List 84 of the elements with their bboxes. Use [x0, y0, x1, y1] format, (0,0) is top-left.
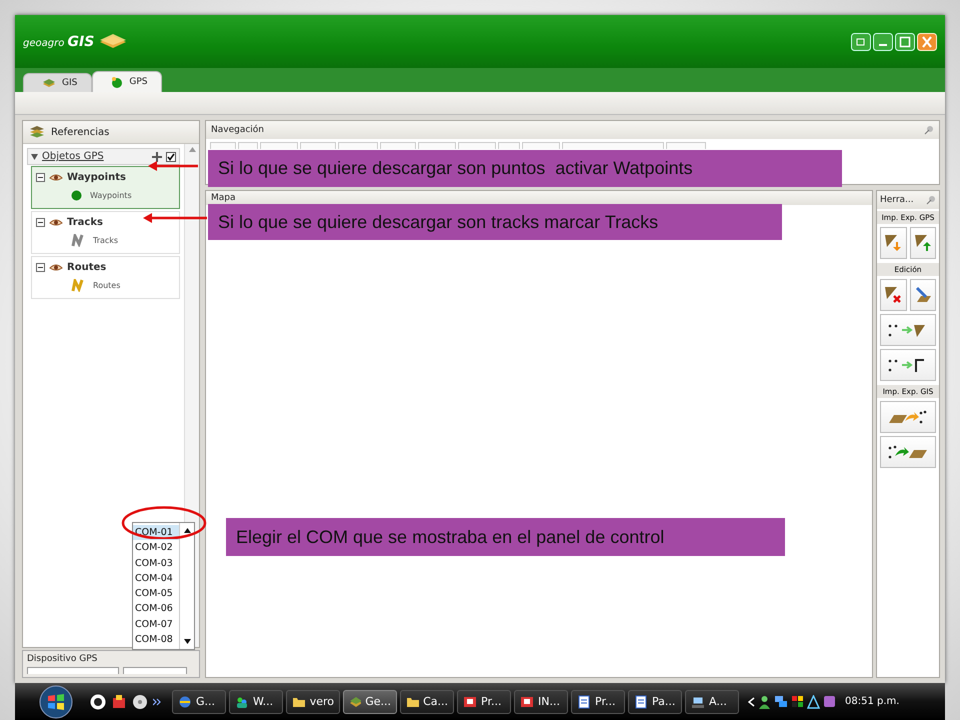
- layer-item-label: Routes: [93, 280, 120, 290]
- tree-root[interactable]: Objetos GPS: [27, 148, 180, 165]
- callout-note: Elegir el COM que se mostraba en el panel de control: [226, 518, 785, 556]
- panel-title: Referencias: [51, 126, 110, 138]
- layer-label: Routes: [67, 262, 106, 273]
- panel-title: Mapa: [211, 193, 236, 203]
- layer-label: Waypoints: [67, 172, 126, 183]
- panel-title: Navegación: [211, 125, 264, 135]
- tab[interactable]: GIS: [23, 73, 92, 92]
- taskbar-button[interactable]: Pa...: [628, 690, 682, 714]
- app-icon: [520, 694, 534, 708]
- eye-icon[interactable]: [49, 263, 63, 272]
- expander-icon[interactable]: [36, 218, 45, 227]
- callout-note: Si lo que se quiere descargar son tracks marcar Tracks: [208, 204, 782, 240]
- com-option[interactable]: COM-08: [133, 632, 179, 648]
- app-icon: [178, 694, 192, 708]
- layer-group[interactable]: Waypoints Waypoints: [31, 166, 180, 209]
- tool-button[interactable]: [880, 349, 936, 381]
- expander-icon[interactable]: [36, 263, 45, 272]
- taskbar-button[interactable]: G...: [172, 690, 226, 714]
- com-option[interactable]: COM-02: [133, 540, 179, 556]
- layer-group[interactable]: Tracks Tracks: [31, 211, 180, 254]
- quick-launch-icon[interactable]: [90, 694, 106, 710]
- expander-icon[interactable]: [36, 173, 45, 182]
- layers-logo-icon: [98, 32, 128, 50]
- panel-title: Herra...: [880, 195, 914, 205]
- arrow: [143, 212, 207, 224]
- com-option[interactable]: COM-05: [133, 586, 179, 602]
- import-arrow-icon: [883, 233, 904, 253]
- taskbar-button[interactable]: IN...: [514, 690, 568, 714]
- maximize-button[interactable]: [895, 32, 915, 50]
- export-arrow-icon: [912, 233, 933, 253]
- app-icon[interactable]: [823, 695, 836, 708]
- app-icon: [235, 694, 249, 708]
- restore-button[interactable]: [851, 32, 871, 50]
- com-option[interactable]: COM-03: [133, 556, 179, 571]
- com-option[interactable]: COM-07: [133, 616, 179, 632]
- chevron-icon[interactable]: [153, 698, 161, 706]
- scroll-down-icon[interactable]: [184, 639, 190, 644]
- layers-icon: [29, 126, 45, 138]
- com-option[interactable]: COM-04: [133, 570, 179, 586]
- scroll-up-icon[interactable]: [184, 528, 190, 533]
- taskbar-button[interactable]: W...: [229, 690, 283, 714]
- triangle-icon[interactable]: [31, 154, 38, 160]
- app-icon: [463, 694, 477, 708]
- taskbar-button[interactable]: Pr...: [571, 690, 625, 714]
- tab[interactable]: GPS: [92, 71, 162, 92]
- taskbar-button[interactable]: Ge...: [343, 690, 397, 714]
- input-field[interactable]: [27, 667, 119, 674]
- panel-title: Dispositivo GPS: [26, 653, 98, 666]
- close-button[interactable]: [917, 32, 937, 50]
- quick-launch-icon[interactable]: [111, 694, 127, 710]
- com-option[interactable]: COM-06: [133, 601, 179, 617]
- disc-icon[interactable]: [132, 694, 148, 710]
- zigzag-icon: [71, 234, 85, 246]
- minimize-button[interactable]: [873, 32, 893, 50]
- start-button[interactable]: [39, 684, 73, 718]
- clock: 08:51 p.m.: [845, 696, 900, 707]
- taskbar-button[interactable]: Pr...: [457, 690, 511, 714]
- dot-icon: [71, 190, 82, 200]
- app-icon: [349, 694, 362, 708]
- taskbar-button[interactable]: Ca...: [400, 690, 454, 714]
- network-icon[interactable]: [774, 694, 788, 708]
- zigzag-icon: [71, 278, 85, 292]
- app-icon: [634, 694, 648, 708]
- delete-cross-icon: [883, 285, 904, 305]
- app-logo: geoagro GIS: [23, 34, 94, 50]
- callout-note: Si lo que se quiere descargar son puntos activar Watpoints: [208, 150, 842, 187]
- app-icon: [691, 694, 705, 708]
- tree-root-label: Objetos GPS: [42, 151, 105, 162]
- arrow: [148, 160, 198, 172]
- eye-icon[interactable]: [49, 173, 63, 182]
- layer-item-label: Tracks: [93, 236, 118, 244]
- layer-group[interactable]: Routes Routes: [31, 256, 180, 299]
- app-icon: [577, 694, 591, 708]
- input-field[interactable]: [123, 667, 187, 674]
- eye-icon[interactable]: [49, 218, 63, 227]
- person-icon[interactable]: [758, 694, 771, 708]
- layer-label: Tracks: [67, 217, 103, 228]
- checkbox[interactable]: [166, 152, 176, 162]
- taskbar-button[interactable]: A...: [685, 690, 739, 714]
- layers-icon: [42, 78, 56, 88]
- taskbar-button[interactable]: vero: [286, 690, 340, 714]
- layer-item-label: Waypoints: [90, 190, 132, 200]
